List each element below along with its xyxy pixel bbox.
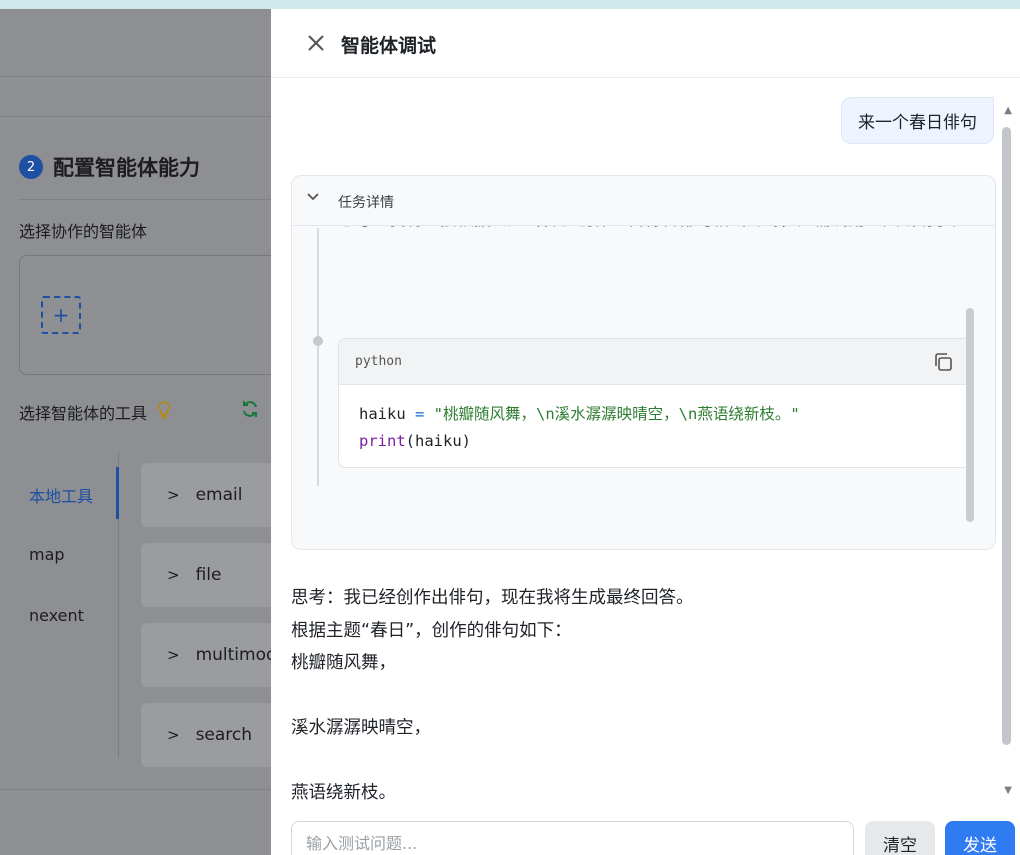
category-nexent[interactable]: nexent [29,606,84,625]
chevron-right-icon: > [167,726,180,744]
category-local-tools[interactable]: 本地工具 [29,483,93,507]
task-details-title: 任务详情 [338,195,394,211]
drawer-title: 智能体调试 [341,35,437,57]
active-category-indicator [116,467,119,519]
tool-label: file [195,565,222,585]
code-token: "桃瓣随风舞，\n溪水潺潺映晴空，\n燕语绕新枝。" [433,405,800,423]
code-body: haiku = "桃瓣随风舞，\n溪水潺潺映晴空，\n燕语绕新枝。" print… [339,385,972,467]
send-button[interactable]: 发送 [945,821,1015,855]
timeline-dot [313,336,323,346]
tool-label: search [195,725,253,745]
step-number-badge: 2 [19,155,43,179]
agent-debug-drawer: 智能体调试 来一个春日俳句 任务详情 思考：我将直接根据主题“春日”创作一首符合… [271,9,1020,855]
answer-line: 思考：我已经创作出俳句，现在我将生成最终回答。 [291,588,694,608]
chevron-right-icon: > [167,566,180,584]
answer-line: 桃瓣随风舞， [291,653,396,673]
code-line: print(haiku) [359,428,952,455]
clear-button[interactable]: 清空 [865,821,935,855]
window-top-strip [0,0,1020,9]
tool-item-file[interactable]: > file [141,543,271,607]
thought-text-container: 思考：我将直接根据主题“春日”创作一首符合俳句格式的诗，无需调用工具或助手。 [338,226,978,294]
tool-item-multimod[interactable]: > multimod [141,623,271,687]
divider [19,199,271,200]
code-header: python [339,339,972,385]
chat-area[interactable]: 来一个春日俳句 任务详情 思考：我将直接根据主题“春日”创作一首符合俳句格式的诗… [271,79,1020,814]
chevron-right-icon: > [167,486,180,504]
answer-line [291,745,991,778]
category-map[interactable]: map [29,545,65,564]
plus-icon: + [52,303,70,327]
collab-agents-label: 选择协作的智能体 [19,222,148,241]
tool-item-email[interactable]: > email [141,463,271,527]
tool-item-search[interactable]: > search [141,703,271,767]
task-details-card: 任务详情 思考：我将直接根据主题“春日”创作一首符合俳句格式的诗，无需调用工具或… [291,175,996,550]
final-answer: 思考：我已经创作出俳句，现在我将生成最终回答。 根据主题“春日”，创作的俳句如下… [291,582,991,810]
answer-line: 溪水潺潺映晴空， [291,718,431,738]
test-question-input[interactable] [291,821,854,855]
divider [0,116,271,117]
background-page: 2 配置智能体能力 选择协作的智能体 + 选择智能体的工具 本地工具 map n… [0,9,271,855]
drawer-header: 智能体调试 [271,9,1020,78]
code-block: python haiku = "桃瓣随风舞，\n溪水潺潺映晴空，\n燕语绕新枝。… [338,338,973,468]
answer-line [291,680,991,713]
step-title: 配置智能体能力 [53,156,200,180]
step-header: 2 配置智能体能力 [19,152,200,182]
code-line: haiku = "桃瓣随风舞，\n溪水潺潺映晴空，\n燕语绕新枝。" [359,401,952,428]
divider [0,789,271,790]
scroll-up-arrow-icon[interactable]: ▲ [1004,105,1012,116]
close-icon[interactable] [304,31,328,55]
tool-label: email [195,485,243,505]
tools-header: 选择智能体的工具 [19,400,171,424]
chevron-right-icon: > [167,646,180,664]
code-language-label: python [355,354,402,369]
answer-line: 燕语绕新枝。 [291,783,396,803]
answer-line: 根据主题“春日”，创作的俳句如下： [291,620,572,641]
scroll-down-arrow-icon[interactable]: ▼ [1004,785,1012,796]
code-token: haiku [359,405,406,423]
user-message: 来一个春日俳句 [841,97,994,144]
code-token: = [405,405,434,423]
chat-scrollbar[interactable] [1002,127,1011,745]
code-token: (haiku) [405,432,471,450]
timeline-line [317,228,319,486]
tool-label: multimod [195,645,271,665]
code-token: print [359,432,406,450]
task-scrollbar[interactable] [966,308,974,522]
thought-text: 思考：我将直接根据主题“春日”创作一首符合俳句格式的诗，无需调用工具或助手。 [338,226,978,236]
tools-label: 选择智能体的工具 [19,404,148,423]
copy-icon[interactable] [932,351,954,373]
task-details-toggle[interactable]: 任务详情 [292,176,995,226]
collab-agents-box: + [19,255,271,375]
add-agent-button[interactable]: + [41,296,81,334]
lightbulb-icon[interactable] [157,401,171,423]
refresh-icon[interactable] [240,399,260,424]
divider [0,76,271,77]
chevron-down-icon [306,190,320,206]
input-row: 清空 发送 [291,821,1020,855]
